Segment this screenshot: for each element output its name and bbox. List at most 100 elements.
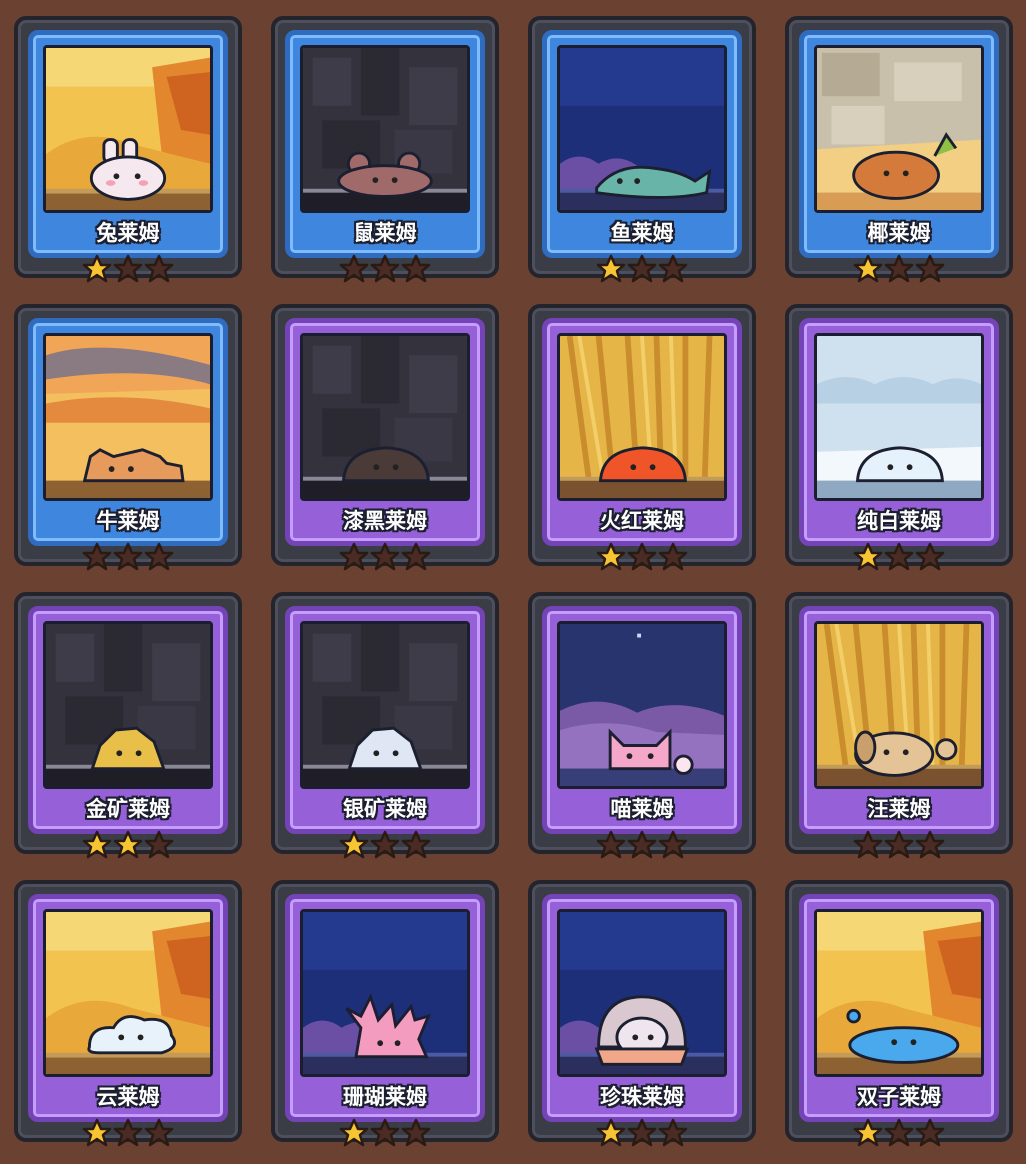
star-empty-icon <box>915 254 945 288</box>
card-frame-blue: 牛莱姆 <box>28 318 228 546</box>
star-empty-icon <box>401 830 431 864</box>
slime-card[interactable]: 牛莱姆 <box>14 304 242 572</box>
slime-card[interactable]: 纯白莱姆 <box>785 304 1013 572</box>
star-empty-icon <box>658 830 688 864</box>
star-empty-icon <box>370 830 400 864</box>
slime-name-plate: 云莱姆 <box>33 1081 223 1111</box>
star-rating <box>82 254 178 288</box>
star-empty-icon <box>915 830 945 864</box>
star-filled-icon <box>853 254 883 288</box>
star-empty-icon <box>144 542 174 576</box>
slime-card[interactable]: 云莱姆 <box>14 880 242 1148</box>
star-rating <box>853 542 949 576</box>
slime-name: 银矿莱姆 <box>343 797 427 821</box>
star-filled-icon <box>596 254 626 288</box>
slime-portrait <box>814 45 984 213</box>
slime-portrait <box>43 45 213 213</box>
star-rating <box>596 542 692 576</box>
card-frame-purple: 珊瑚莱姆 <box>285 894 485 1122</box>
slime-card[interactable]: 火红莱姆 <box>528 304 756 572</box>
slime-name-plate: 汪莱姆 <box>804 793 994 823</box>
slime-portrait <box>814 621 984 789</box>
slime-portrait <box>557 909 727 1077</box>
slime-name: 珍珠莱姆 <box>600 1085 684 1109</box>
slime-card[interactable]: 兔莱姆 <box>14 16 242 284</box>
slime-card[interactable]: 漆黑莱姆 <box>271 304 499 572</box>
star-rating <box>339 542 435 576</box>
star-filled-icon <box>596 1118 626 1152</box>
slime-name-plate: 火红莱姆 <box>547 505 737 535</box>
star-rating <box>596 254 692 288</box>
slime-name: 汪莱姆 <box>867 797 931 821</box>
slime-name-plate: 银矿莱姆 <box>290 793 480 823</box>
card-frame-purple: 银矿莱姆 <box>285 606 485 834</box>
card-frame-purple: 珍珠莱姆 <box>542 894 742 1122</box>
star-empty-icon <box>658 254 688 288</box>
star-empty-icon <box>627 542 657 576</box>
star-empty-icon <box>113 542 143 576</box>
slime-name: 火红莱姆 <box>600 509 684 533</box>
slime-portrait <box>814 909 984 1077</box>
slime-portrait <box>814 333 984 501</box>
star-rating <box>82 542 178 576</box>
slime-portrait <box>43 621 213 789</box>
star-empty-icon <box>144 254 174 288</box>
slime-name-plate: 漆黑莱姆 <box>290 505 480 535</box>
star-filled-icon <box>596 542 626 576</box>
star-rating <box>82 1118 178 1152</box>
star-empty-icon <box>627 254 657 288</box>
slime-card[interactable]: 鱼莱姆 <box>528 16 756 284</box>
slime-card[interactable]: 珍珠莱姆 <box>528 880 756 1148</box>
star-empty-icon <box>884 1118 914 1152</box>
star-rating <box>853 1118 949 1152</box>
star-empty-icon <box>370 1118 400 1152</box>
slime-portrait <box>300 333 470 501</box>
slime-name: 金矿莱姆 <box>86 797 170 821</box>
star-empty-icon <box>658 542 688 576</box>
star-empty-icon <box>144 830 174 864</box>
slime-card[interactable]: 双子莱姆 <box>785 880 1013 1148</box>
star-filled-icon <box>339 1118 369 1152</box>
slime-card[interactable]: 金矿莱姆 <box>14 592 242 860</box>
slime-name: 漆黑莱姆 <box>343 509 427 533</box>
star-rating <box>339 254 435 288</box>
slime-card[interactable]: 珊瑚莱姆 <box>271 880 499 1148</box>
slime-portrait <box>300 45 470 213</box>
star-filled-icon <box>853 1118 883 1152</box>
slime-name-plate: 鱼莱姆 <box>547 217 737 247</box>
star-empty-icon <box>884 830 914 864</box>
star-rating <box>82 830 178 864</box>
star-empty-icon <box>339 254 369 288</box>
slime-card[interactable]: 喵莱姆 <box>528 592 756 860</box>
slime-card[interactable]: 鼠莱姆 <box>271 16 499 284</box>
slime-name: 纯白莱姆 <box>857 509 941 533</box>
star-rating <box>596 830 692 864</box>
card-frame-blue: 椰莱姆 <box>799 30 999 258</box>
slime-name-plate: 珍珠莱姆 <box>547 1081 737 1111</box>
slime-name-plate: 兔莱姆 <box>33 217 223 247</box>
card-frame-blue: 鱼莱姆 <box>542 30 742 258</box>
card-frame-purple: 纯白莱姆 <box>799 318 999 546</box>
star-empty-icon <box>658 1118 688 1152</box>
star-filled-icon <box>82 1118 112 1152</box>
star-filled-icon <box>82 254 112 288</box>
slime-name: 云莱姆 <box>96 1085 160 1109</box>
slime-card[interactable]: 银矿莱姆 <box>271 592 499 860</box>
slime-portrait <box>557 333 727 501</box>
slime-card[interactable]: 汪莱姆 <box>785 592 1013 860</box>
slime-collection-grid: 兔莱姆 鼠莱姆 鱼莱姆 椰莱姆 牛莱姆 漆黑莱姆 火红莱姆 纯白莱姆 金矿莱姆 … <box>0 0 1026 1164</box>
card-frame-purple: 漆黑莱姆 <box>285 318 485 546</box>
slime-name: 鱼莱姆 <box>610 221 674 245</box>
slime-card[interactable]: 椰莱姆 <box>785 16 1013 284</box>
slime-name: 鼠莱姆 <box>353 221 417 245</box>
slime-name-plate: 珊瑚莱姆 <box>290 1081 480 1111</box>
star-empty-icon <box>370 254 400 288</box>
star-rating <box>853 254 949 288</box>
star-rating <box>853 830 949 864</box>
star-empty-icon <box>884 254 914 288</box>
star-rating <box>339 830 435 864</box>
slime-name: 牛莱姆 <box>96 509 160 533</box>
slime-name-plate: 牛莱姆 <box>33 505 223 535</box>
slime-sprite-icon <box>594 995 690 1066</box>
slime-name: 兔莱姆 <box>96 221 160 245</box>
